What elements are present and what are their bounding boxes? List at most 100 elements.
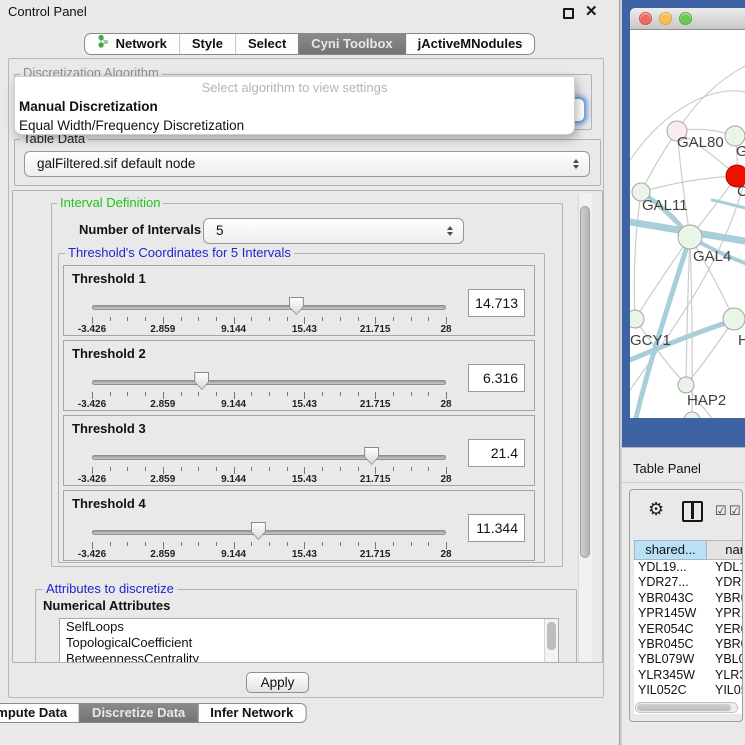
slider-track[interactable] — [92, 455, 446, 460]
attribute-item-selfloops[interactable]: SelfLoops — [60, 619, 558, 635]
threshold-value-field[interactable]: 11.344 — [468, 514, 525, 542]
cell-shared-name[interactable]: YDL19... — [634, 560, 707, 575]
slider-tick — [234, 392, 235, 399]
table-row[interactable]: YLR345WYLR345W — [634, 668, 743, 683]
tab-jactivemnodules[interactable]: jActiveMNodules — [405, 34, 535, 54]
tab-style[interactable]: Style — [179, 34, 235, 54]
cell-name[interactable]: YBR043C — [707, 591, 743, 606]
cell-shared-name[interactable]: YBR043C — [634, 591, 707, 606]
network-edge[interactable] — [634, 192, 641, 319]
minimize-light[interactable] — [659, 12, 672, 25]
slider-tick-label: 2.859 — [133, 324, 193, 335]
tab-cyni-toolbox[interactable]: Cyni Toolbox — [298, 34, 404, 54]
tab-impute-data[interactable]: Impute Data — [0, 704, 79, 722]
threshold-value-field[interactable]: 21.4 — [468, 439, 525, 467]
cell-name[interactable]: YDL19... — [707, 560, 743, 575]
column-header-name[interactable]: name — [707, 540, 743, 560]
dropdown-item-equal-width-frequency-discretization[interactable]: Equal Width/Frequency Discretization — [15, 116, 574, 135]
table-row[interactable]: YBR045CYBR045C — [634, 637, 743, 652]
tab-network[interactable]: Network — [85, 34, 179, 54]
number-of-intervals-spinner[interactable]: 5 — [203, 218, 464, 244]
tab-discretize-data[interactable]: Discretize Data — [79, 704, 197, 722]
close-light[interactable] — [639, 12, 652, 25]
network-node-gal4[interactable] — [678, 225, 702, 249]
network-edge[interactable] — [641, 176, 737, 192]
slider-tick — [92, 467, 93, 474]
zoom-light[interactable] — [679, 12, 692, 25]
gear-icon[interactable]: ⚙ — [648, 499, 664, 520]
network-node-hap2[interactable] — [678, 377, 694, 393]
slider-thumb[interactable] — [289, 297, 304, 315]
network-edge[interactable] — [677, 66, 745, 131]
cell-shared-name[interactable]: YLR345W — [634, 668, 707, 683]
table-row[interactable]: YDL19...YDL19... — [634, 560, 743, 575]
cell-shared-name[interactable]: YDR27... — [634, 575, 707, 590]
cell-shared-name[interactable]: YPR145W — [634, 606, 707, 621]
dropdown-item-manual-discretization[interactable]: Manual Discretization — [15, 97, 574, 116]
numerical-attributes-list[interactable]: SelfLoopsTopologicalCoefficientBetweenne… — [59, 618, 559, 663]
table-horizontal-scrollbar-thumb[interactable] — [637, 704, 731, 711]
table-row[interactable]: YDR27...YDR27... — [634, 575, 743, 590]
network-window-titlebar[interactable] — [630, 8, 745, 30]
network-graph[interactable]: GAL80GACGAL11GAL4GCY1HHAP2 — [630, 30, 745, 418]
cell-name[interactable]: YBL079W — [707, 652, 743, 667]
column-header-shared-name[interactable]: shared... — [634, 540, 707, 560]
close-panel-icon[interactable]: ✕ — [585, 2, 598, 20]
table-horizontal-scrollbar[interactable] — [635, 702, 738, 713]
network-edge[interactable] — [641, 131, 677, 192]
cell-name[interactable]: YIL052C — [707, 683, 743, 695]
slider-thumb[interactable] — [364, 447, 379, 465]
slider-tick — [216, 467, 217, 471]
table-panel: Table Panel ⚙ ☑ ☑ shared... name YDL19..… — [622, 447, 745, 745]
table-row[interactable]: YPR145WYPR145W — [634, 606, 743, 621]
network-node-h[interactable] — [723, 308, 745, 330]
split-pane-icon[interactable] — [682, 501, 703, 522]
table-row[interactable]: YIL052CYIL052C — [634, 683, 743, 695]
tab-label: Infer Network — [210, 704, 293, 722]
slider-thumb[interactable] — [194, 372, 209, 390]
float-window-icon[interactable] — [563, 8, 574, 19]
checkbox-icon[interactable]: ☑ — [729, 503, 741, 519]
slider-track[interactable] — [92, 305, 446, 310]
slider-tick-label: -3.426 — [62, 399, 122, 410]
slider-tick — [393, 317, 394, 321]
cell-shared-name[interactable]: YBR045C — [634, 637, 707, 652]
cell-shared-name[interactable]: YBL079W — [634, 652, 707, 667]
checkbox-icon[interactable]: ☑ — [715, 503, 727, 519]
settings-scrollbar-thumb[interactable] — [580, 206, 590, 558]
cell-name[interactable]: YBR045C — [707, 637, 743, 652]
network-node-gcy1[interactable] — [630, 310, 644, 328]
cell-name[interactable]: YLR345W — [707, 668, 743, 683]
table-row[interactable]: YBR043CYBR043C — [634, 591, 743, 606]
slider-track[interactable] — [92, 530, 446, 535]
cell-name[interactable]: YPR145W — [707, 606, 743, 621]
tab-select[interactable]: Select — [235, 34, 298, 54]
cell-shared-name[interactable]: YIL052C — [634, 683, 707, 695]
table-data-combobox[interactable]: galFiltered.sif default node — [24, 151, 590, 177]
attribute-item-topologicalcoefficient[interactable]: TopologicalCoefficient — [60, 635, 558, 651]
network-edge[interactable] — [712, 200, 745, 208]
slider-thumb[interactable] — [251, 522, 266, 540]
table-row[interactable]: YBL079WYBL079W — [634, 652, 743, 667]
apply-button[interactable]: Apply — [246, 672, 309, 693]
threshold-value-field[interactable]: 6.316 — [468, 364, 525, 392]
slider-tick — [411, 317, 412, 321]
attribute-item-betweennesscentrality[interactable]: BetweennessCentrality — [60, 651, 558, 663]
slider-track[interactable] — [92, 380, 446, 385]
attributes-list-scrollbar-thumb[interactable] — [547, 622, 556, 650]
cell-name[interactable]: YDR27... — [707, 575, 743, 590]
attributes-list-scrollbar[interactable] — [544, 619, 558, 663]
network-edge[interactable] — [686, 237, 690, 385]
cell-name[interactable]: YER054C — [707, 622, 743, 637]
slider-tick — [127, 392, 128, 396]
slider-tick — [428, 392, 429, 396]
table-row[interactable]: YER054CYER054C — [634, 622, 743, 637]
cell-shared-name[interactable]: YER054C — [634, 622, 707, 637]
tab-infer-network[interactable]: Infer Network — [197, 704, 305, 722]
threshold-value-field[interactable]: 14.713 — [468, 289, 525, 317]
slider-tick — [163, 542, 164, 549]
network-canvas[interactable]: GAL80GACGAL11GAL4GCY1HHAP2 — [630, 30, 745, 418]
slider-tick — [269, 317, 270, 321]
network-node-partial[interactable] — [684, 412, 700, 418]
network-edge[interactable] — [635, 237, 690, 319]
